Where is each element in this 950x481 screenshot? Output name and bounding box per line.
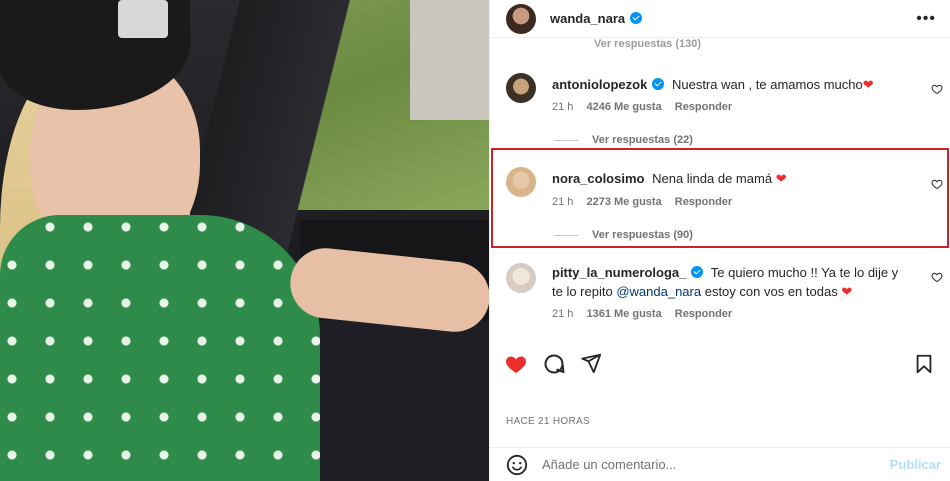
send-icon[interactable] (580, 352, 602, 374)
author-avatar[interactable] (506, 3, 536, 34)
verified-badge-icon (691, 266, 704, 278)
commenter-avatar[interactable] (506, 263, 536, 293)
comment-username[interactable]: pitty_la_numerologa_ (552, 265, 704, 280)
heart-emoji-icon: ❤ (862, 77, 874, 92)
comment-time: 21 h (552, 196, 574, 208)
comment-likes[interactable]: 1361 Me gusta (586, 308, 661, 320)
pants (320, 320, 489, 481)
view-replies-button[interactable]: Ver respuestas (90) (554, 229, 693, 241)
view-replies-text[interactable]: Ver respuestas (22) (592, 134, 693, 146)
comment-username[interactable]: antoniolopezok (552, 77, 665, 92)
instagram-post: wanda_nara ••• Ver respuestas (130) anto… (0, 0, 950, 481)
author-username[interactable]: wanda_nara (550, 11, 643, 26)
reply-button[interactable]: Responder (675, 196, 732, 208)
smiley-icon[interactable] (506, 454, 528, 476)
commenter-avatar[interactable] (506, 167, 536, 197)
heart-outline-icon[interactable] (931, 178, 943, 190)
comments-list: Ver respuestas (130) antoniolopezok Nues… (490, 38, 950, 348)
post-timestamp[interactable]: HACE 21 HORAS (506, 416, 590, 427)
comment-input[interactable] (542, 457, 890, 472)
publish-button[interactable]: Publicar (890, 457, 941, 472)
comment-meta: 21 h 1361 Me gusta Responder (552, 308, 742, 320)
more-horizontal-icon[interactable]: ••• (916, 10, 936, 28)
comment-meta: 21 h 2273 Me gusta Responder (552, 196, 742, 208)
verified-badge-icon (630, 12, 643, 24)
add-comment-bar: Publicar (490, 447, 950, 481)
comment-text-continued: estoy con vos en todas (704, 284, 838, 299)
post-actions (490, 352, 950, 382)
comment-time: 21 h (552, 101, 574, 113)
comment-time: 21 h (552, 308, 574, 320)
view-replies-button[interactable]: Ver respuestas (22) (554, 134, 693, 146)
heart-filled-icon[interactable] (504, 352, 528, 376)
comment-username-text[interactable]: pitty_la_numerologa_ (552, 265, 686, 280)
comment-body: pitty_la_numerologa_ Te quiero mucho !! … (552, 263, 911, 301)
comment-text: Nena linda de mamá (652, 171, 773, 186)
comment-likes[interactable]: 4246 Me gusta (586, 101, 661, 113)
comment-username[interactable]: nora_colosimo (552, 171, 644, 186)
comment-likes[interactable]: 2273 Me gusta (586, 196, 661, 208)
post-photo[interactable] (0, 0, 489, 481)
replies-divider (554, 139, 578, 141)
beanie-patch (118, 0, 168, 38)
heart-outline-icon[interactable] (931, 271, 943, 283)
post-header: wanda_nara ••• (490, 0, 950, 38)
author-username-text[interactable]: wanda_nara (550, 11, 625, 26)
comment-body: antoniolopezok Nuestra wan , te amamos m… (552, 75, 911, 94)
bookmark-icon[interactable] (913, 352, 935, 376)
heart-emoji-icon: ❤ (841, 284, 853, 299)
comments-panel: wanda_nara ••• Ver respuestas (130) anto… (489, 0, 950, 481)
mention-link[interactable]: @wanda_nara (616, 284, 701, 299)
replies-divider (554, 234, 578, 236)
comment-username-text[interactable]: antoniolopezok (552, 77, 647, 92)
comment-text: Nuestra wan , te amamos mucho (671, 77, 863, 92)
commenter-avatar[interactable] (506, 73, 536, 103)
peek-replies[interactable]: Ver respuestas (130) (594, 38, 701, 50)
heart-emoji-icon: ❤ (775, 171, 787, 186)
reply-button[interactable]: Responder (675, 101, 732, 113)
view-replies-text[interactable]: Ver respuestas (90) (592, 229, 693, 241)
window-block (410, 0, 489, 120)
comment-icon[interactable] (542, 352, 566, 376)
comment-meta: 21 h 4246 Me gusta Responder (552, 101, 742, 113)
verified-badge-icon (652, 78, 665, 90)
reply-button[interactable]: Responder (675, 308, 732, 320)
comment-body: nora_colosimo Nena linda de mamá ❤ (552, 169, 911, 188)
green-shirt (0, 215, 320, 481)
heart-outline-icon[interactable] (931, 83, 943, 95)
